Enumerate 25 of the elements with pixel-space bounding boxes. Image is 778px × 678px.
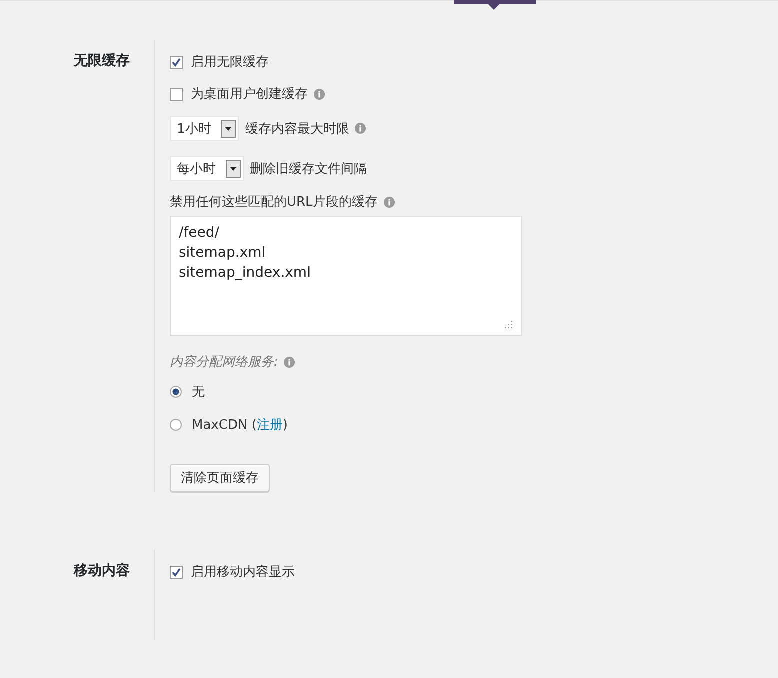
radio-button[interactable]: [170, 419, 182, 431]
radio-label: MaxCDN (注册): [192, 417, 288, 434]
checkbox[interactable]: [170, 88, 183, 100]
checkbox-label: 启用移动内容显示: [191, 564, 295, 581]
text-line: /feed/: [179, 224, 220, 243]
checkbox[interactable]: [170, 566, 183, 578]
field-label: 缓存内容最大时限: [245, 120, 350, 138]
select-dropdown[interactable]: 1小时: [170, 116, 240, 141]
checkbox-label: 启用无限缓存: [191, 54, 269, 71]
select-dropdown[interactable]: 每小时: [170, 156, 244, 181]
text-line: sitemap.xml: [179, 244, 267, 263]
section-title: 移动内容: [74, 563, 130, 579]
field-label: 删除旧缓存文件间隔: [250, 160, 367, 178]
checkbox-label: 为桌面用户创建缓存: [191, 86, 308, 103]
field-label: 内容分配网络服务:: [170, 354, 278, 371]
resize-grip-icon[interactable]: [505, 321, 513, 329]
register-link[interactable]: 注册: [256, 418, 283, 433]
checkbox[interactable]: [170, 56, 183, 68]
clear-cache-button[interactable]: 清除页面缓存: [170, 464, 270, 492]
text-line: sitemap_index.xml: [179, 264, 312, 283]
field-label: 禁用任何这些匹配的URL片段的缓存: [170, 194, 378, 211]
section-title: 无限缓存: [74, 53, 130, 69]
radio-button[interactable]: [170, 386, 182, 398]
radio-label: 无: [192, 384, 205, 401]
text-area[interactable]: /feed/ sitemap.xml sitemap_index.xml: [170, 216, 522, 336]
